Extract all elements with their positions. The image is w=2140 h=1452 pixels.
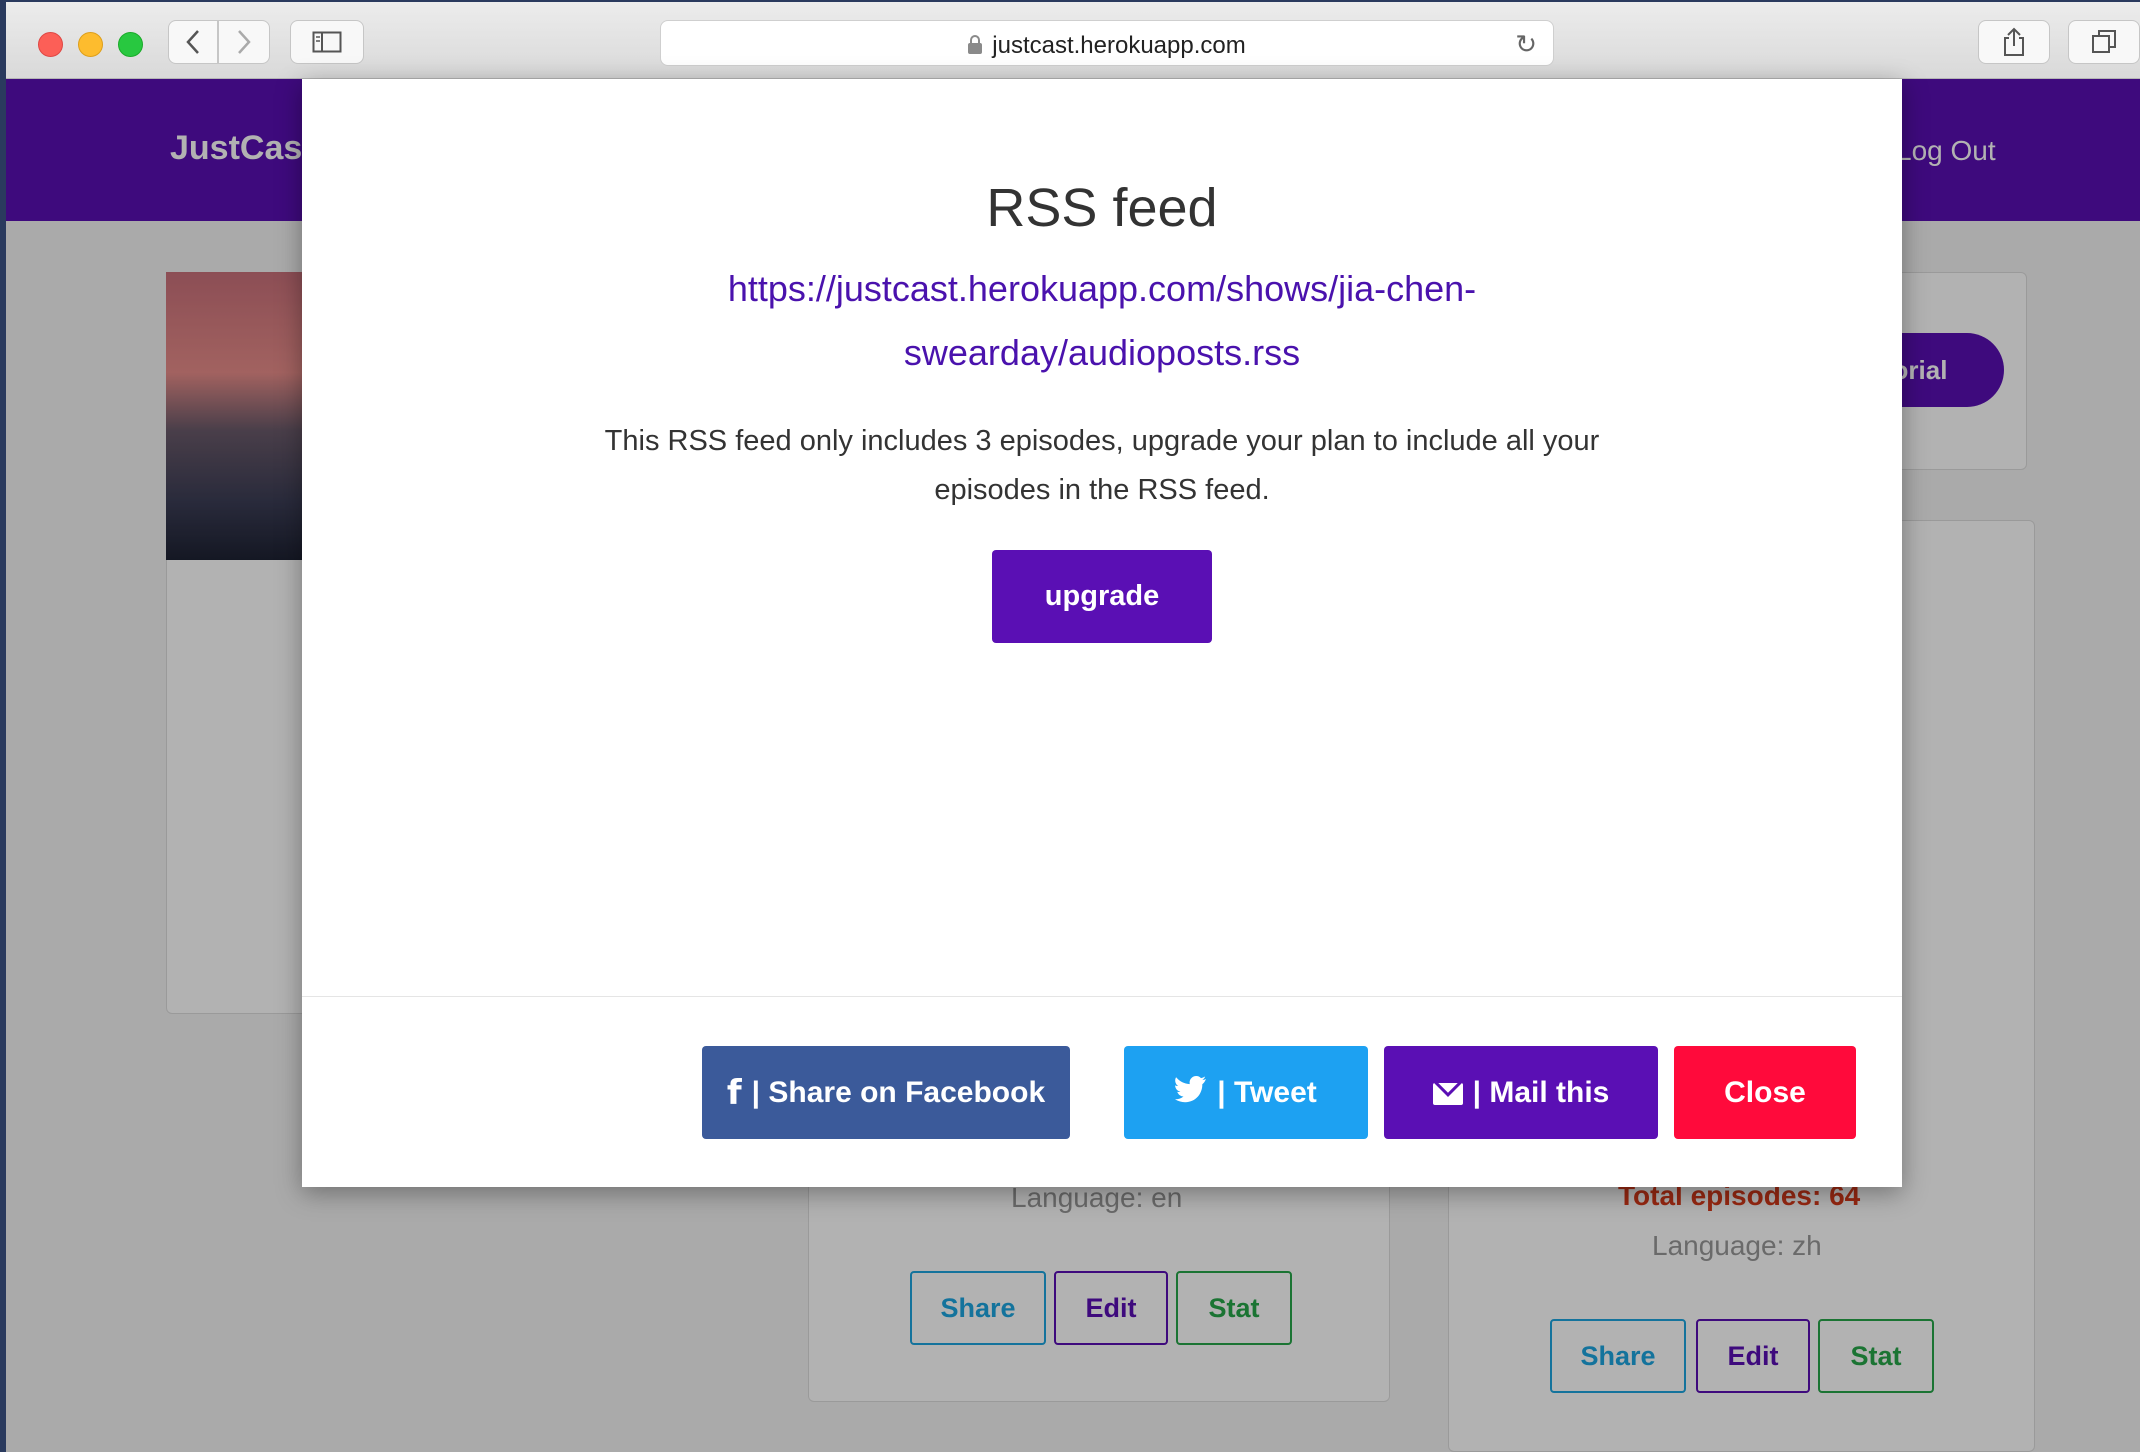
share-page-button[interactable] — [1978, 20, 2050, 64]
tweet-button[interactable]: | Tweet — [1124, 1046, 1368, 1139]
modal-title: RSS feed — [986, 178, 1218, 238]
sidebar-icon — [312, 31, 342, 53]
browser-window: justcast.herokuapp.com ↻ JustCas Log Out… — [0, 0, 2140, 1452]
url-value: justcast.herokuapp.com — [992, 32, 1246, 59]
upgrade-button[interactable]: upgrade — [992, 550, 1212, 643]
minimize-window-icon[interactable] — [78, 32, 103, 57]
modal-footer-divider — [302, 996, 1902, 997]
share-on-facebook-button[interactable]: f | Share on Facebook — [702, 1046, 1070, 1139]
tweet-label: | Tweet — [1217, 1075, 1317, 1109]
mail-this-button[interactable]: | Mail this — [1384, 1046, 1658, 1139]
share-on-facebook-label: | Share on Facebook — [751, 1075, 1046, 1109]
address-text: justcast.herokuapp.com — [661, 32, 1553, 60]
reload-icon[interactable]: ↻ — [1515, 29, 1537, 60]
zoom-window-icon[interactable] — [118, 32, 143, 57]
sidebar-toggle-button[interactable] — [290, 20, 364, 64]
chevron-right-icon — [238, 30, 251, 54]
close-window-icon[interactable] — [38, 32, 63, 57]
rss-feed-modal: RSS feed https://justcast.herokuapp.com/… — [302, 79, 1902, 1187]
twitter-icon — [1175, 1075, 1207, 1111]
tabs-icon — [2092, 30, 2116, 53]
plan-limit-notice: This RSS feed only includes 3 episodes, … — [604, 425, 1600, 506]
mail-this-label: | Mail this — [1472, 1075, 1610, 1109]
back-button[interactable] — [168, 20, 218, 64]
lock-icon — [968, 35, 983, 54]
close-modal-button[interactable]: Close — [1674, 1046, 1856, 1139]
rss-feed-link[interactable]: https://justcast.herokuapp.com/shows/jia… — [652, 257, 1552, 385]
share-icon — [2004, 27, 2024, 56]
tab-overview-button[interactable] — [2068, 20, 2140, 64]
chevron-left-icon — [186, 30, 199, 54]
facebook-icon: f — [726, 1072, 742, 1113]
envelope-icon — [1432, 1082, 1463, 1105]
address-bar[interactable]: justcast.herokuapp.com ↻ — [660, 20, 1554, 66]
browser-toolbar: justcast.herokuapp.com ↻ — [6, 2, 2140, 79]
forward-button[interactable] — [218, 20, 270, 64]
